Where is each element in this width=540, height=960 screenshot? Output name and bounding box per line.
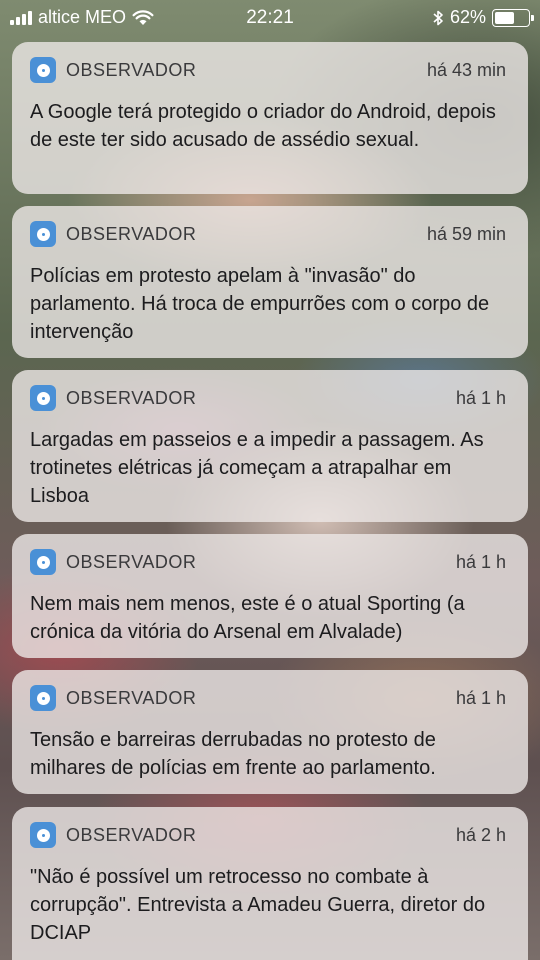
notification-card[interactable]: OBSERVADOR há 43 min A Google terá prote…: [12, 42, 528, 194]
app-name: OBSERVADOR: [66, 59, 197, 80]
notification-time: há 1 h: [455, 687, 506, 708]
bluetooth-icon: [433, 10, 443, 25]
app-name: OBSERVADOR: [66, 824, 197, 845]
notification-header: OBSERVADOR há 1 h: [30, 534, 506, 590]
battery-level: [495, 11, 514, 24]
battery-icon: [492, 8, 534, 27]
observador-app-icon: [30, 221, 56, 247]
notification-text: A Google terá protegido o criador do And…: [30, 101, 496, 151]
notification-text: Nem mais nem menos, este é o atual Sport…: [30, 593, 465, 643]
notification-text: "Não é possível um retrocesso no combate…: [30, 866, 486, 944]
notification-header: OBSERVADOR há 1 h: [30, 670, 506, 726]
notification-header: OBSERVADOR há 1 h: [30, 370, 506, 426]
notification-card[interactable]: OBSERVADOR há 1 h Nem mais nem menos, es…: [12, 534, 528, 658]
notification-card[interactable]: OBSERVADOR há 2 h "Não é possível um ret…: [12, 807, 528, 960]
notification-time: há 59 min: [426, 223, 506, 244]
observador-app-icon: [30, 549, 56, 575]
app-name: OBSERVADOR: [66, 551, 197, 572]
notification-header: OBSERVADOR há 2 h: [30, 807, 506, 863]
app-name: OBSERVADOR: [66, 223, 197, 244]
notification-time: há 1 h: [455, 551, 506, 572]
notification-text: Largadas em passeios e a impedir a passa…: [30, 429, 484, 507]
observador-app-icon: [30, 685, 56, 711]
notification-card[interactable]: OBSERVADOR há 59 min Polícias em protest…: [12, 206, 528, 358]
notification-header: OBSERVADOR há 43 min: [30, 42, 506, 98]
notification-text: Tensão e barreiras derrubadas no protest…: [30, 729, 436, 779]
observador-app-icon: [30, 385, 56, 411]
app-name: OBSERVADOR: [66, 687, 197, 708]
app-name: OBSERVADOR: [66, 387, 197, 408]
notification-time: há 2 h: [455, 824, 506, 845]
notification-header: OBSERVADOR há 59 min: [30, 206, 506, 262]
notification-time: há 1 h: [455, 387, 506, 408]
notification-card[interactable]: OBSERVADOR há 1 h Largadas em passeios e…: [12, 370, 528, 522]
status-bar: altice MEO 22:21 62%: [0, 0, 540, 36]
notification-card[interactable]: OBSERVADOR há 1 h Tensão e barreiras der…: [12, 670, 528, 794]
battery-group: 62%: [432, 7, 534, 28]
battery-percent: 62%: [449, 7, 486, 27]
observador-app-icon: [30, 822, 56, 848]
notification-time: há 43 min: [426, 59, 506, 80]
notification-text: Polícias em protesto apelam à "invasão" …: [30, 265, 490, 343]
observador-app-icon: [30, 57, 56, 83]
